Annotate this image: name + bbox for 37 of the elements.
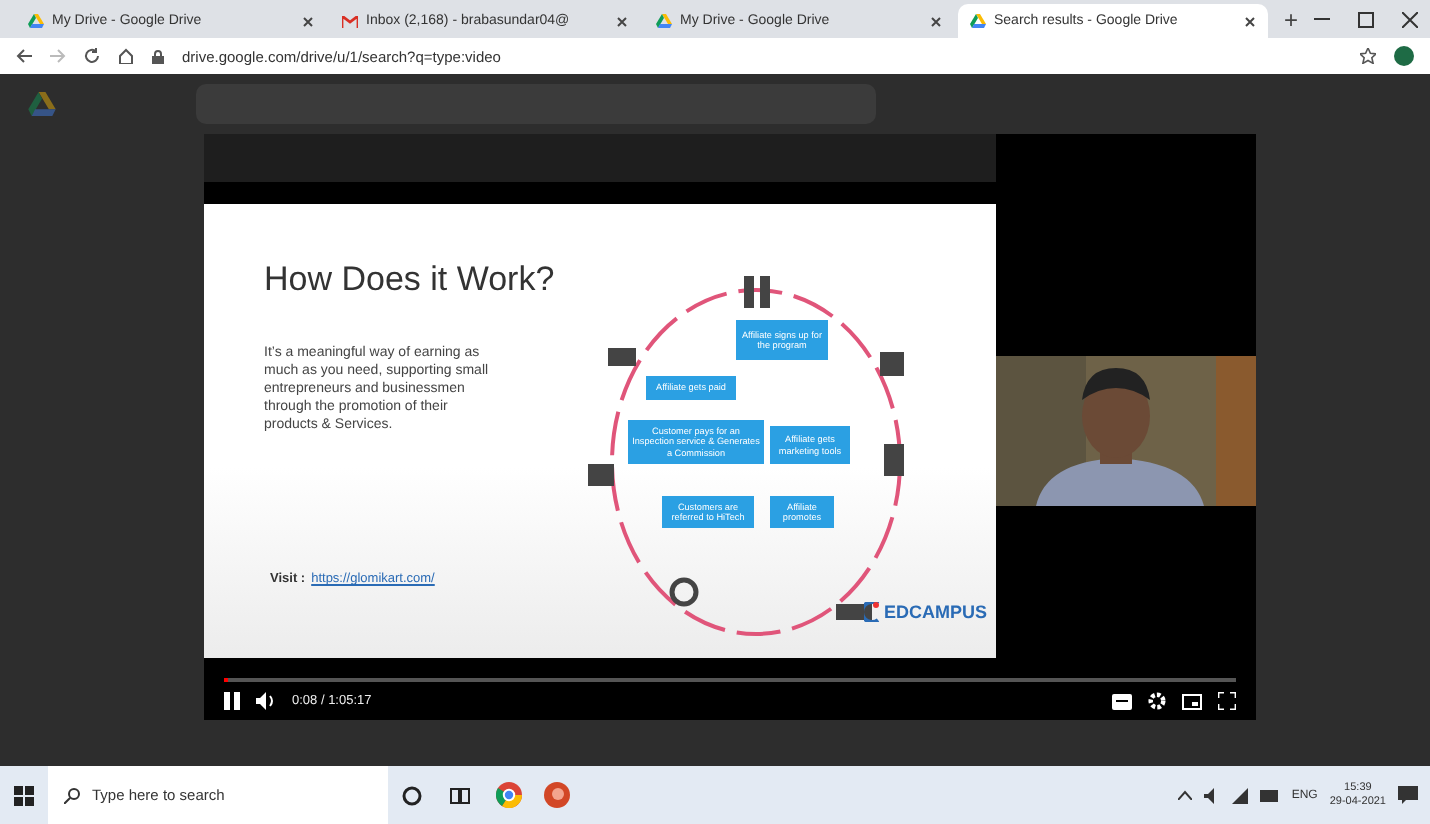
new-tab-button[interactable]: +	[1272, 6, 1311, 38]
mail-icon	[342, 15, 358, 27]
slide-title: How Does it Work?	[264, 260, 555, 300]
search-icon	[64, 787, 80, 803]
close-icon[interactable]	[302, 15, 314, 27]
drive-logo-icon	[656, 14, 672, 28]
home-icon[interactable]	[118, 48, 134, 64]
captions-button[interactable]	[1112, 693, 1132, 709]
back-icon[interactable]	[16, 48, 32, 64]
minimize-icon[interactable]	[1314, 17, 1331, 21]
drive-logo-icon	[28, 14, 44, 28]
brand-name: EDCAMPUS	[884, 602, 988, 622]
notification-icon[interactable]	[1398, 786, 1418, 804]
close-icon[interactable]	[616, 15, 628, 27]
chevron-up-icon[interactable]	[1177, 790, 1192, 800]
drive-logo-icon	[28, 92, 56, 116]
volume-icon[interactable]	[1203, 787, 1220, 803]
pause-button[interactable]	[224, 692, 240, 710]
battery-icon[interactable]	[1259, 789, 1280, 801]
reload-icon[interactable]	[84, 48, 100, 64]
close-icon[interactable]	[930, 15, 942, 27]
miniplayer-button[interactable]	[1182, 693, 1202, 709]
close-icon[interactable]	[1402, 11, 1419, 27]
lock-icon	[152, 49, 164, 63]
drive-logo-icon	[970, 14, 986, 28]
settings-button[interactable]	[1148, 692, 1166, 710]
maximize-icon[interactable]	[1358, 11, 1375, 27]
cortana-icon[interactable]	[402, 785, 422, 805]
volume-button[interactable]	[256, 692, 276, 710]
avatar-icon[interactable]	[1394, 46, 1414, 66]
start-icon[interactable]	[14, 785, 34, 805]
close-icon[interactable]	[1244, 15, 1256, 27]
task-view-icon[interactable]	[450, 785, 470, 805]
fullscreen-button[interactable]	[1218, 692, 1236, 710]
network-icon[interactable]	[1231, 787, 1248, 803]
star-icon[interactable]	[1360, 48, 1376, 64]
brand-logo-icon	[864, 602, 880, 622]
